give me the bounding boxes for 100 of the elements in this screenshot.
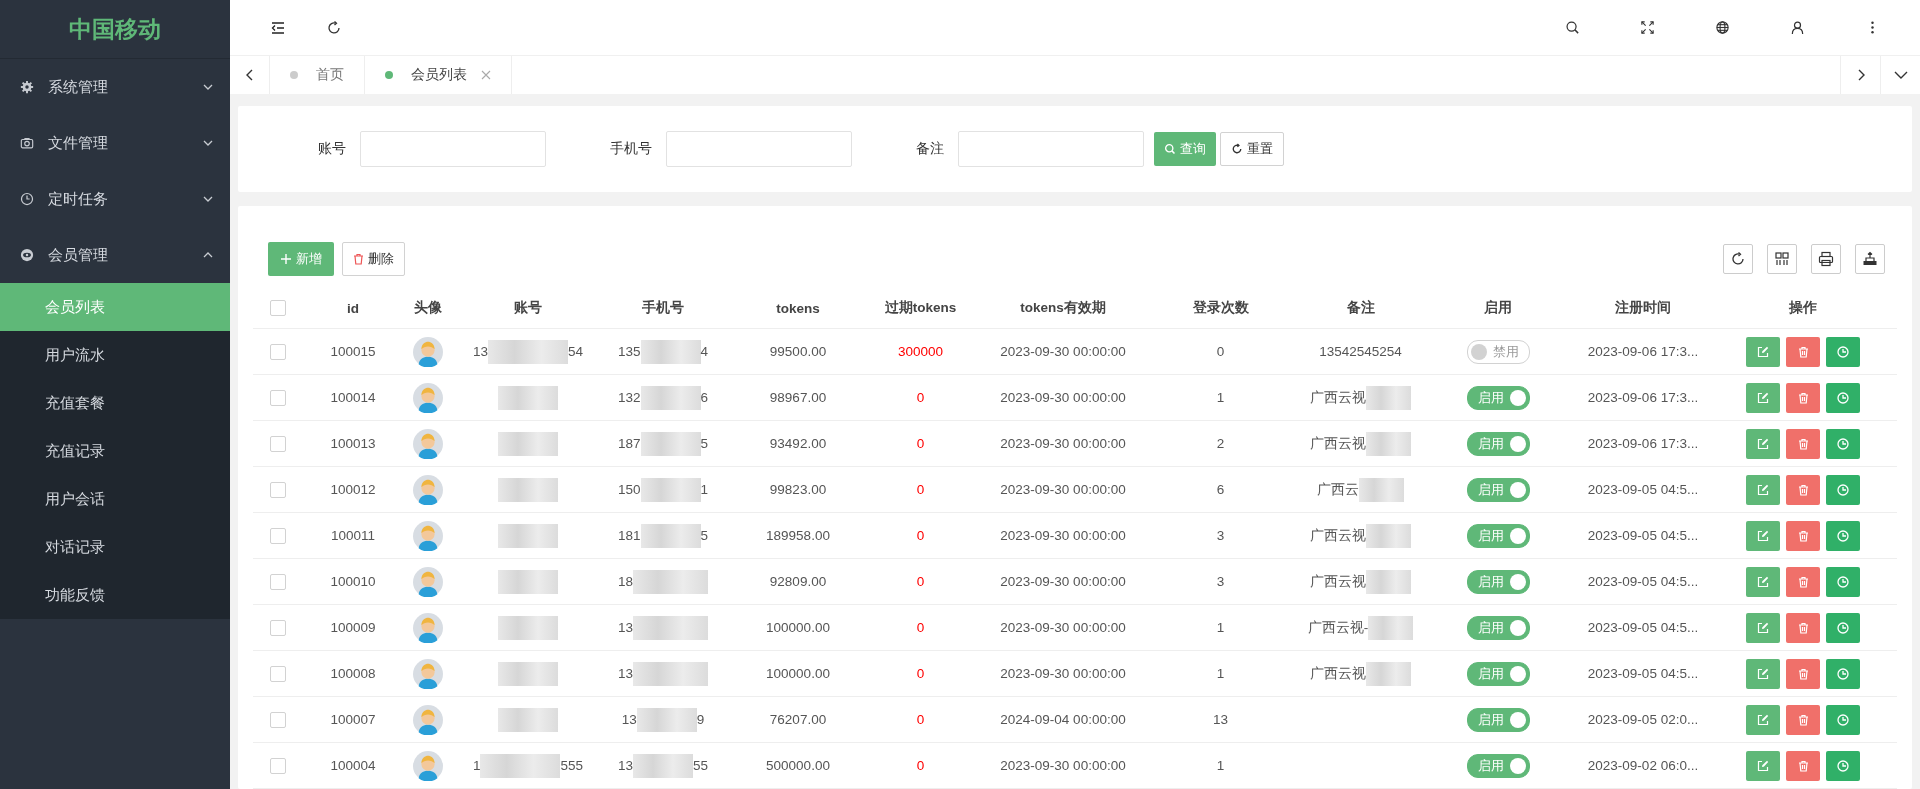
toggle-switch[interactable]: 启用 xyxy=(1466,753,1530,778)
table-cell: 13 xyxy=(472,344,488,359)
table-cell: 99823.00 xyxy=(769,482,827,497)
table-cell: 6 xyxy=(700,390,708,405)
table-cell: 135 xyxy=(617,344,641,359)
table-cell: 1 xyxy=(1216,390,1225,405)
table-cell: 2023-09-30 00:00:00 xyxy=(1000,482,1126,497)
table-cell: 广西云视 xyxy=(1310,434,1366,453)
table-cell: 181 xyxy=(617,528,641,543)
table-cell: 132 xyxy=(617,390,641,405)
table-cell: 300000 xyxy=(897,344,944,359)
table-cell: 1 xyxy=(1216,666,1225,681)
table-cell: 187 xyxy=(617,436,641,451)
toggle-switch[interactable]: 启用 xyxy=(1466,431,1530,456)
table-cell: 13 xyxy=(618,620,633,635)
table-cell: 2023-09-30 00:00:00 xyxy=(1000,758,1126,773)
menu-item[interactable]: 文件管理 xyxy=(0,115,230,171)
table-cell: 3 xyxy=(1216,574,1225,589)
table-cell: 2023-09-05 04:5... xyxy=(1587,528,1699,543)
column-header: 手机号 xyxy=(642,299,684,317)
field-label: 账号 xyxy=(318,140,346,158)
table-cell: 0 xyxy=(916,666,925,681)
delete-button[interactable]: 删除 xyxy=(342,242,405,276)
field-label: 手机号 xyxy=(610,140,652,158)
menu-item[interactable]: 系统管理 xyxy=(0,59,230,115)
table-cell: 100004 xyxy=(330,758,376,773)
table-cell: 2023-09-05 04:5... xyxy=(1587,620,1699,635)
table-cell: 100007 xyxy=(330,712,376,727)
submenu-item[interactable]: 会员列表 xyxy=(0,283,230,331)
toggle-switch[interactable]: 启用 xyxy=(1466,385,1530,410)
table-cell: 2023-09-30 00:00:00 xyxy=(1000,528,1126,543)
table-cell: 0 xyxy=(916,390,925,405)
tab[interactable]: 会员列表 xyxy=(365,56,512,94)
column-header: tokens有效期 xyxy=(1020,299,1106,317)
table-cell: 93492.00 xyxy=(769,436,827,451)
table-cell: 0 xyxy=(916,712,925,727)
table-cell: 2 xyxy=(1216,436,1225,451)
table-cell: 100013 xyxy=(330,436,376,451)
tab[interactable]: 首页 xyxy=(270,56,365,94)
table-cell: 广西云 xyxy=(1317,480,1359,499)
table-cell: 广西云视 xyxy=(1310,572,1366,591)
menu-item[interactable]: 定时任务 xyxy=(0,171,230,227)
table-cell: 13 xyxy=(621,712,637,727)
table-cell: 2023-09-05 02:0... xyxy=(1587,712,1699,727)
column-header: id xyxy=(347,300,359,316)
query-button[interactable]: 查询 xyxy=(1154,132,1216,166)
toggle-switch[interactable]: 启用 xyxy=(1466,477,1530,502)
table-cell: 100015 xyxy=(330,344,376,359)
submenu-item[interactable]: 充值套餐 xyxy=(0,379,230,427)
table-cell: 1 xyxy=(1216,758,1225,773)
column-header: 启用 xyxy=(1484,299,1512,317)
table-cell: 9 xyxy=(696,712,705,727)
column-header: 账号 xyxy=(514,299,542,317)
column-header: 头像 xyxy=(414,299,442,317)
table-cell: 0 xyxy=(916,758,925,773)
table-cell: 76207.00 xyxy=(769,712,827,727)
toggle-switch[interactable]: 启用 xyxy=(1466,523,1530,548)
table-cell: 0 xyxy=(916,620,925,635)
table-cell: 99500.00 xyxy=(769,344,827,359)
table-cell: 广西云视- xyxy=(1307,618,1369,637)
toggle-switch[interactable]: 禁用 xyxy=(1466,339,1530,364)
submenu-item[interactable]: 充值记录 xyxy=(0,427,230,475)
table-cell: 2023-09-30 00:00:00 xyxy=(1000,620,1126,635)
table-cell: 2023-09-06 17:3... xyxy=(1587,344,1699,359)
table-cell: 189958.00 xyxy=(766,528,830,543)
toggle-switch[interactable]: 启用 xyxy=(1466,569,1530,594)
table-cell: 广西云视 xyxy=(1310,388,1366,407)
table-cell: 1 xyxy=(700,482,708,497)
table-cell: 13 xyxy=(618,666,633,681)
column-header: 操作 xyxy=(1789,299,1817,317)
reset-button[interactable]: 重置 xyxy=(1220,132,1284,166)
toggle-switch[interactable]: 启用 xyxy=(1466,661,1530,686)
table-cell: 54 xyxy=(568,344,584,359)
toggle-switch[interactable]: 启用 xyxy=(1466,615,1530,640)
table-cell: 3 xyxy=(1216,528,1225,543)
submenu-item[interactable]: 用户流水 xyxy=(0,331,230,379)
column-header: 注册时间 xyxy=(1615,299,1671,317)
table-cell: 13 xyxy=(617,758,633,773)
table-cell: 2023-09-06 17:3... xyxy=(1587,390,1699,405)
table-cell: 500000.00 xyxy=(766,758,830,773)
add-button[interactable]: 新增 xyxy=(268,242,334,276)
table-cell: 13 xyxy=(1213,712,1228,727)
table-cell: 0 xyxy=(1216,344,1225,359)
submenu-item[interactable]: 功能反馈 xyxy=(0,571,230,619)
table-cell: 2023-09-30 00:00:00 xyxy=(1000,436,1126,451)
table-cell: 2023-09-06 17:3... xyxy=(1587,436,1699,451)
submenu-item[interactable]: 对话记录 xyxy=(0,523,230,571)
table-cell: 98967.00 xyxy=(769,390,827,405)
table-cell: 0 xyxy=(916,528,925,543)
table-cell: 100009 xyxy=(330,620,376,635)
table-cell: 100000.00 xyxy=(766,620,830,635)
table-cell: 2023-09-30 00:00:00 xyxy=(1000,574,1126,589)
submenu-item[interactable]: 用户会话 xyxy=(0,475,230,523)
table-cell: 150 xyxy=(617,482,641,497)
table-cell: 13542545254 xyxy=(1319,344,1402,359)
toggle-switch[interactable]: 启用 xyxy=(1466,707,1530,732)
table-cell: 5 xyxy=(700,528,708,543)
menu-item[interactable]: 会员管理 xyxy=(0,227,230,283)
table-cell: 1 xyxy=(472,758,481,773)
table-cell: 100008 xyxy=(330,666,376,681)
